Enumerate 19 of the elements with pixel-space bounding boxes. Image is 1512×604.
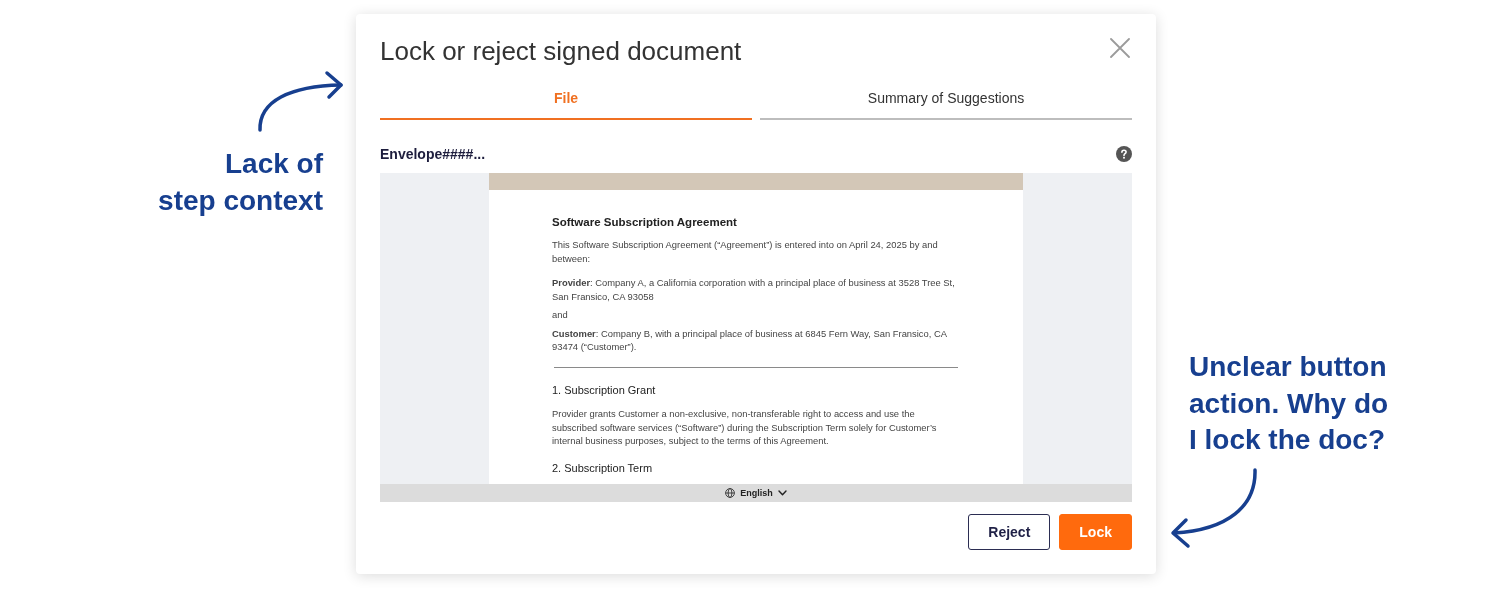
- annotation-text: Unclear button action. Why do I lock the doc?: [1189, 350, 1389, 457]
- language-selector[interactable]: English: [725, 487, 787, 499]
- annotation-text: Lack of step context: [158, 147, 323, 218]
- tab[interactable]: Summary of Suggestions: [760, 88, 1132, 120]
- document-paragraph: and: [552, 308, 569, 322]
- help-icon[interactable]: [1116, 146, 1132, 162]
- document-paragraph: Customer: Company B, with a principal place of business at 6845 Fern Way, San Fransico, CA 93474 (“Customer”).: [552, 326, 948, 354]
- close-icon[interactable]: [1110, 38, 1130, 58]
- section-heading: 2. Subscription Term: [552, 460, 654, 475]
- file-name: Envelope####...: [380, 145, 486, 164]
- section-heading: 1. Subscription Grant: [552, 383, 657, 397]
- document-paragraph: Provider: Company A, a California corporation with a principal place of business at 3528 Tree St, San Fransico, CA 93058: [552, 276, 956, 303]
- document-title: Software Subscription Agreement: [552, 215, 738, 230]
- globe-icon: [725, 488, 736, 498]
- chevron-down-icon: [777, 490, 787, 496]
- document-paragraph: Provider grants Customer a non-exclusive, non-transferable right to access and use the subscribed software services (“Software”) during the Subscription Term solely for Customer’s internal business purposes, subject to the terms of this Agreement.: [552, 407, 938, 448]
- dialog-title: Lock or reject signed document: [380, 35, 742, 67]
- outline-button[interactable]: Reject: [968, 514, 1051, 550]
- document-paragraph: This Software Subscription Agreement (“Agreement”) is entered into on April 24, 2025 by and between:: [552, 238, 939, 265]
